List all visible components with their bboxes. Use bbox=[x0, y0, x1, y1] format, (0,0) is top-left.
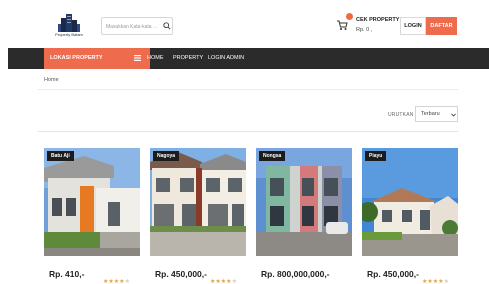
star-outline-icon: ★ bbox=[231, 279, 237, 284]
breadcrumb: Home bbox=[38, 72, 458, 90]
login-button[interactable]: LOGIN bbox=[400, 17, 426, 35]
chevron-down-icon bbox=[451, 113, 456, 117]
cek-property-value: Rp. 0 , bbox=[356, 27, 373, 33]
lokasi-property-menu[interactable]: LOKASI PROPERTY bbox=[44, 48, 150, 69]
star-outline-icon: ★ bbox=[124, 279, 130, 284]
property-card[interactable]: Batu Aji bbox=[44, 148, 140, 256]
property-photo bbox=[44, 148, 140, 256]
property-card[interactable]: Nongsa bbox=[256, 148, 352, 256]
location-tag: Nagoya bbox=[153, 151, 180, 161]
property-price: Rp. 450,000,- bbox=[155, 269, 207, 279]
property-price: Rp. 800,000,000,- bbox=[261, 269, 330, 279]
cek-property-label[interactable]: CEK PROPERTY : bbox=[356, 17, 403, 23]
daftar-button[interactable]: DAFTAR bbox=[426, 17, 457, 35]
sort-selected-value: Terbaru bbox=[421, 111, 440, 117]
cart-badge bbox=[346, 13, 353, 20]
property-card[interactable]: Nagoya bbox=[150, 148, 246, 256]
property-photo bbox=[256, 148, 352, 256]
star-outline-icon: ★ bbox=[443, 279, 449, 284]
location-tag: Nongsa bbox=[259, 151, 286, 161]
nav-home[interactable]: HOME bbox=[147, 55, 164, 61]
location-tag: Piayu bbox=[365, 151, 387, 161]
logo-text: Property Batam bbox=[55, 32, 83, 37]
rating-stars: ★★★★★ bbox=[103, 270, 130, 284]
sort-label: URUTKAN : bbox=[388, 112, 417, 118]
search-input[interactable] bbox=[106, 21, 160, 32]
nav-login-admin[interactable]: LOGIN ADMIN bbox=[208, 55, 244, 61]
breadcrumb-home[interactable]: Home bbox=[44, 77, 59, 83]
site-logo[interactable]: Property Batam bbox=[52, 12, 86, 40]
divider bbox=[38, 131, 458, 132]
cart-icon[interactable] bbox=[336, 18, 348, 32]
site-header: Property Batam CEK PROPERTY : Rp. 0 , LO… bbox=[0, 0, 489, 48]
nav-property[interactable]: PROPERTY bbox=[173, 55, 203, 61]
location-tag: Batu Aji bbox=[47, 151, 74, 161]
rating-stars: ★★★★★ bbox=[210, 270, 237, 284]
main-nav: LOKASI PROPERTY HOME PROPERTY LOGIN ADMI… bbox=[8, 48, 489, 69]
building-logo-icon bbox=[58, 14, 80, 32]
search-icon[interactable] bbox=[163, 22, 171, 30]
rating-stars: ★★★★★ bbox=[422, 270, 449, 284]
hamburger-menu-icon bbox=[134, 55, 141, 61]
search-box bbox=[101, 17, 173, 35]
property-price: Rp. 410,- bbox=[49, 269, 85, 279]
lokasi-property-label: LOKASI PROPERTY bbox=[50, 55, 103, 61]
property-photo bbox=[150, 148, 246, 256]
property-card[interactable]: Piayu bbox=[362, 148, 458, 256]
property-price: Rp. 450,000,- bbox=[367, 269, 419, 279]
sort-select[interactable]: Terbaru bbox=[415, 106, 458, 122]
property-photo bbox=[362, 148, 458, 256]
